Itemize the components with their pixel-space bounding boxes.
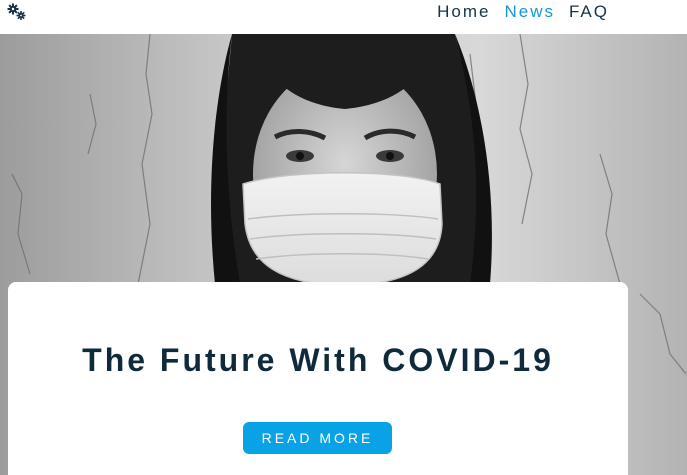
nav-faq-link[interactable]: FAQ xyxy=(569,2,609,22)
read-more-button[interactable]: READ MORE xyxy=(243,422,392,454)
nav-news-link[interactable]: News xyxy=(504,2,555,22)
gears-icon[interactable] xyxy=(6,3,30,21)
page: Home News FAQ The Future With COVID-19 R… xyxy=(0,0,687,475)
card-title: The Future With COVID-19 xyxy=(82,342,554,378)
main-nav: Home News FAQ xyxy=(437,0,609,24)
site-header: Home News FAQ xyxy=(0,0,687,34)
news-card: The Future With COVID-19 READ MORE xyxy=(8,282,628,475)
nav-home-link[interactable]: Home xyxy=(437,2,490,22)
